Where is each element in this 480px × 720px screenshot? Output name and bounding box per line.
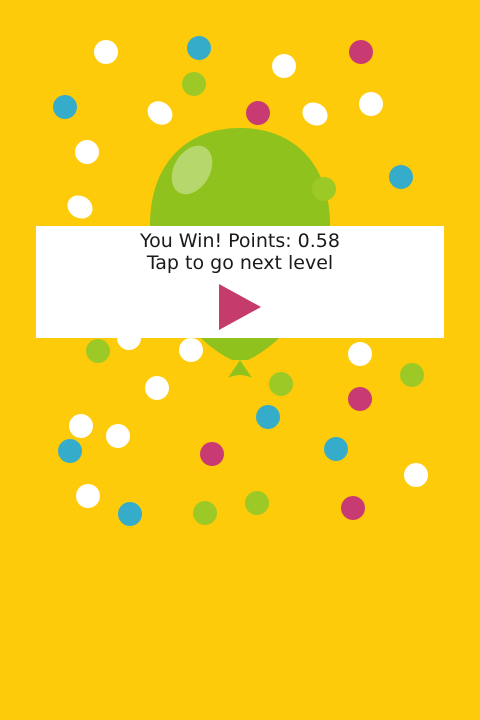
confetti-dot xyxy=(187,36,211,60)
confetti-dot xyxy=(348,387,372,411)
confetti-dot xyxy=(182,72,206,96)
points-value: 0.58 xyxy=(297,230,340,252)
confetti-dot xyxy=(53,95,77,119)
confetti-dot xyxy=(75,140,99,164)
play-triangle-icon xyxy=(219,284,261,330)
confetti-dot xyxy=(76,484,100,508)
instruction-text: Tap to go next level xyxy=(146,252,334,274)
confetti-dot xyxy=(400,363,424,387)
result-text: You Win! Points: 0.58 xyxy=(140,230,340,252)
confetti-dot xyxy=(272,54,296,78)
confetti-dot xyxy=(348,342,372,366)
confetti-dot xyxy=(389,165,413,189)
confetti-dot xyxy=(58,439,82,463)
result-prefix: You Win! Points: xyxy=(140,230,298,252)
confetti-dot xyxy=(404,463,428,487)
confetti-dot xyxy=(269,372,293,396)
confetti-dot xyxy=(86,339,110,363)
confetti-dot xyxy=(106,424,130,448)
confetti-dot xyxy=(200,442,224,466)
confetti-dot xyxy=(359,92,383,116)
confetti-dot xyxy=(145,376,169,400)
confetti-dot xyxy=(324,437,348,461)
confetti-dot xyxy=(179,338,203,362)
balloon-knot xyxy=(228,360,252,378)
game-screen[interactable]: You Win! Points: 0.58 Tap to go next lev… xyxy=(0,0,480,720)
confetti-dot xyxy=(312,177,336,201)
play-button[interactable] xyxy=(215,282,265,332)
confetti-dot xyxy=(118,502,142,526)
confetti-dot xyxy=(94,40,118,64)
confetti-dot xyxy=(69,414,93,438)
confetti-dot xyxy=(256,405,280,429)
confetti-dot xyxy=(341,496,365,520)
confetti-dot xyxy=(245,491,269,515)
confetti-dot xyxy=(193,501,217,525)
confetti-dot xyxy=(63,190,97,224)
win-dialog[interactable]: You Win! Points: 0.58 Tap to go next lev… xyxy=(36,226,444,338)
confetti-dot xyxy=(349,40,373,64)
confetti-dot xyxy=(246,101,270,125)
